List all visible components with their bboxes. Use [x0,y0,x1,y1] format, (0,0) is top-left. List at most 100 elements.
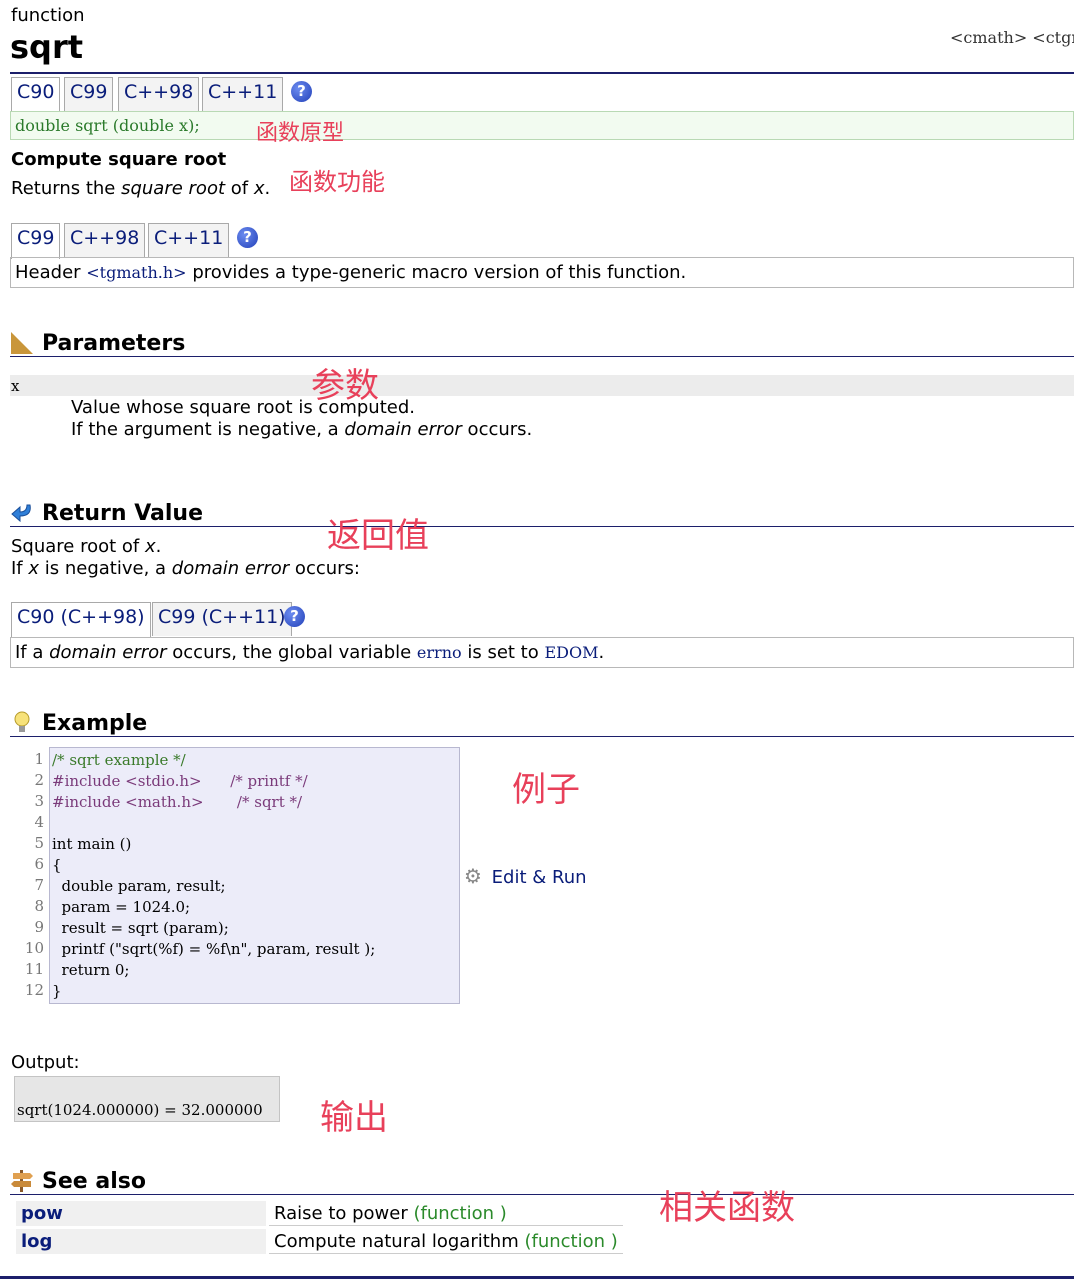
return-line-2em: domain error [171,558,290,579]
help-icon[interactable]: ? [284,606,305,627]
prototype-tabs: C90 C99 C++98 C++11 ? [10,77,1074,113]
param-desc-2: If the argument is negative, a domain er… [71,419,532,440]
table-row: log Compute natural logarithm (function … [16,1229,623,1254]
return-line-2b: is negative, a [39,558,172,579]
return-heading: Return Value [42,501,204,526]
summary-text: Returns the square root of x. [11,178,270,199]
summary-text-em: square root [121,178,226,199]
title-rule [10,72,1074,74]
return-note-b: occurs, the global variable [166,642,417,663]
return-line-1var: x [144,536,156,557]
see-also-desc-text: Compute natural logarithm [274,1230,519,1252]
see-also-desc-text: Raise to power [274,1202,408,1224]
edit-run-label: Edit & Run [491,867,587,888]
edit-run-button[interactable]: ⚙ Edit & Run [464,864,587,888]
see-also-desc: Compute natural logarithm (function ) [269,1229,623,1254]
ruler-icon [11,332,33,354]
tab-generic-c99[interactable]: C99 [11,223,61,259]
return-tabs: C90 (C++98) C99 (C++11) ? [10,602,1074,638]
parameters-rule [10,356,1074,357]
return-line-1: Square root of x. [11,536,161,557]
return-line-2var: x [28,558,40,579]
summary-text-var: x [253,178,265,199]
lightbulb-icon [14,711,30,735]
see-also-link-pow[interactable]: pow [16,1201,266,1226]
see-also-kind: (function ) [524,1230,618,1252]
annotation-output: 输出 [320,1098,388,1138]
help-icon[interactable]: ? [291,81,312,102]
see-also-kind: (function ) [413,1202,507,1224]
see-also-rule [10,1194,1074,1195]
gear-icon: ⚙ [464,864,482,888]
line-number: 12 [24,981,44,999]
example-rule [10,736,1074,737]
tab-c99[interactable]: C99 [64,77,114,111]
tab-c90-cpp98[interactable]: C90 (C++98) [11,602,151,638]
summary-text-a: Returns the [11,178,122,199]
annotation-return: 返回值 [327,516,429,556]
tab-c90[interactable]: C90 [11,77,61,113]
see-also-table: pow Raise to power (function ) log Compu… [13,1198,626,1257]
code-line: int main () [52,835,132,853]
line-number: 6 [34,855,44,873]
return-line-2c: occurs: [289,558,360,579]
generic-tabs: C99 C++98 C++11 ? [10,223,1074,259]
return-note-c: is set to [461,642,545,663]
generic-note-a: Header [15,262,87,283]
tab-generic-cpp98[interactable]: C++98 [64,223,146,257]
prototype-box: double sqrt (double x); [10,111,1074,140]
parameters-heading: Parameters [42,331,186,356]
param-desc-2b: occurs. [461,419,533,440]
code-block[interactable]: /* sqrt example */ #include <stdio.h> /* … [49,747,460,1004]
code-gutter: 1 2 3 4 5 6 7 8 9 10 11 12 [0,749,46,1001]
tgmath-link[interactable]: <tgmath.h> [86,263,186,282]
tab-c99-cpp11[interactable]: C99 (C++11) [152,602,292,636]
line-number: 3 [34,792,44,810]
param-name: x [11,377,20,395]
code-line: result = sqrt (param); [52,919,229,937]
line-number: 5 [34,834,44,852]
tab-cpp98[interactable]: C++98 [118,77,200,111]
code-line: printf ("sqrt(%f) = %f\n", param, result… [52,940,376,958]
return-note-box: If a domain error occurs, the global var… [10,637,1074,668]
code-line: param = 1024.0; [52,898,191,916]
errno-link[interactable]: errno [417,643,462,662]
code-line: /* sqrt example */ [52,751,186,769]
return-arrow-icon [10,502,34,524]
code-line: #include <math.h> /* sqrt */ [52,793,303,811]
see-also-heading: See also [42,1169,146,1194]
prototype-code: double sqrt (double x); [15,116,200,135]
param-row: x [10,375,1074,396]
annotation-related: 相关函数 [659,1188,795,1228]
annotation-params: 参数 [311,366,379,406]
output-box: sqrt(1024.000000) = 32.000000 [14,1076,280,1122]
return-line-1b: . [155,536,162,557]
help-icon[interactable]: ? [237,227,258,248]
return-note-em: domain error [49,642,167,663]
line-number: 10 [24,939,44,957]
kind-label: function [11,5,85,26]
line-number: 4 [34,813,44,831]
page-title: sqrt [10,28,84,66]
output-text: sqrt(1024.000000) = 32.000000 [17,1101,263,1119]
code-line: } [52,982,62,1000]
return-line-1a: Square root of [11,536,145,557]
line-number: 11 [24,960,44,978]
return-line-2: If x is negative, a domain error occurs: [11,558,360,579]
output-label: Output: [11,1052,80,1073]
code-line: double param, result; [52,877,226,895]
tab-cpp11[interactable]: C++11 [202,77,284,111]
example-heading: Example [42,711,148,736]
annotation-function: 函数功能 [289,168,385,196]
summary-text-b: of [225,178,254,199]
table-row: pow Raise to power (function ) [16,1201,623,1226]
see-also-link-log[interactable]: log [16,1229,266,1254]
tab-generic-cpp11[interactable]: C++11 [148,223,230,257]
header-links[interactable]: <cmath> <ctgma [950,28,1074,47]
generic-note: Header <tgmath.h> provides a type-generi… [15,262,686,283]
code-line: { [52,856,62,874]
edom-link[interactable]: EDOM [544,643,598,662]
param-desc-2a: If the argument is negative, a [71,419,345,440]
line-number: 9 [34,918,44,936]
